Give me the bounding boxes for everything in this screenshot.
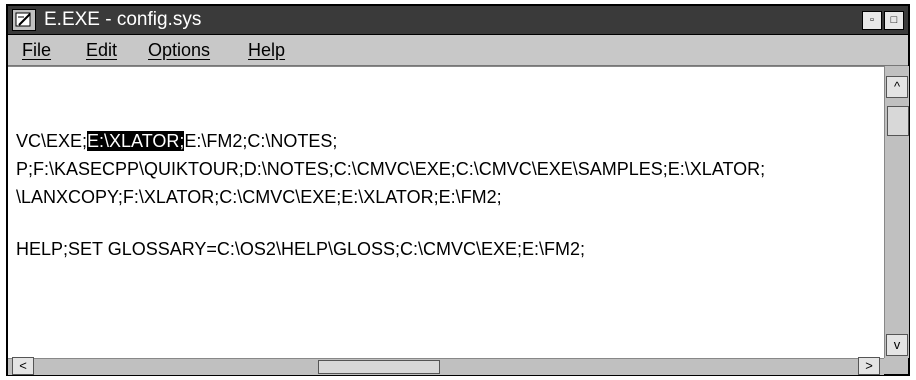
- vertical-scroll-thumb[interactable]: [887, 106, 909, 136]
- text-line: P;F:\KASECPP\QUIKTOUR;D:\NOTES;C:\CMVC\E…: [16, 159, 765, 180]
- vertical-scrollbar[interactable]: ^ v: [884, 66, 909, 358]
- selected-text: E:\XLATOR;: [87, 131, 185, 151]
- menu-edit[interactable]: Edit: [86, 40, 117, 61]
- text-editor-area[interactable]: VC\EXE;E:\XLATOR;E:\FM2;C:\NOTES; P;F:\K…: [8, 66, 884, 359]
- maximize-button[interactable]: □: [884, 11, 904, 30]
- editor-window: E.EXE - config.sys ▫ □ File Edit Options…: [6, 4, 910, 376]
- minimize-button[interactable]: ▫: [862, 11, 882, 30]
- line-text: VC\EXE;: [16, 131, 88, 151]
- horizontal-scrollbar[interactable]: < >: [8, 357, 884, 375]
- line-text: E:\FM2;C:\NOTES;: [184, 131, 338, 151]
- menu-options[interactable]: Options: [148, 40, 210, 61]
- scroll-up-icon[interactable]: ^: [886, 76, 908, 98]
- text-line: HELP;SET GLOSSARY=C:\OS2\HELP\GLOSS;C:\C…: [16, 239, 585, 260]
- text-line: \LANXCOPY;F:\XLATOR;C:\CMVC\EXE;E:\XLATO…: [16, 187, 502, 208]
- text-line: VC\EXE;E:\XLATOR;E:\FM2;C:\NOTES;: [16, 131, 337, 152]
- menu-help[interactable]: Help: [248, 40, 285, 61]
- title-bar[interactable]: E.EXE - config.sys ▫ □: [8, 6, 908, 35]
- scrollbar-corner: [884, 358, 908, 374]
- scroll-down-icon[interactable]: v: [886, 334, 908, 356]
- scroll-left-icon[interactable]: <: [12, 357, 34, 375]
- line-text: HELP;SET GLOSSARY=C:\OS2\HELP\GLOSS;C:\C…: [16, 239, 586, 259]
- horizontal-scroll-thumb[interactable]: [318, 360, 440, 374]
- menu-file[interactable]: File: [22, 40, 51, 61]
- menu-bar: File Edit Options Help: [8, 35, 908, 66]
- system-menu-icon[interactable]: [12, 9, 36, 31]
- line-text: \LANXCOPY;F:\XLATOR;C:\CMVC\EXE;E:\XLATO…: [16, 187, 502, 207]
- scroll-right-icon[interactable]: >: [858, 357, 880, 375]
- window-title: E.EXE - config.sys: [44, 9, 202, 30]
- line-text: P;F:\KASECPP\QUIKTOUR;D:\NOTES;C:\CMVC\E…: [16, 159, 766, 179]
